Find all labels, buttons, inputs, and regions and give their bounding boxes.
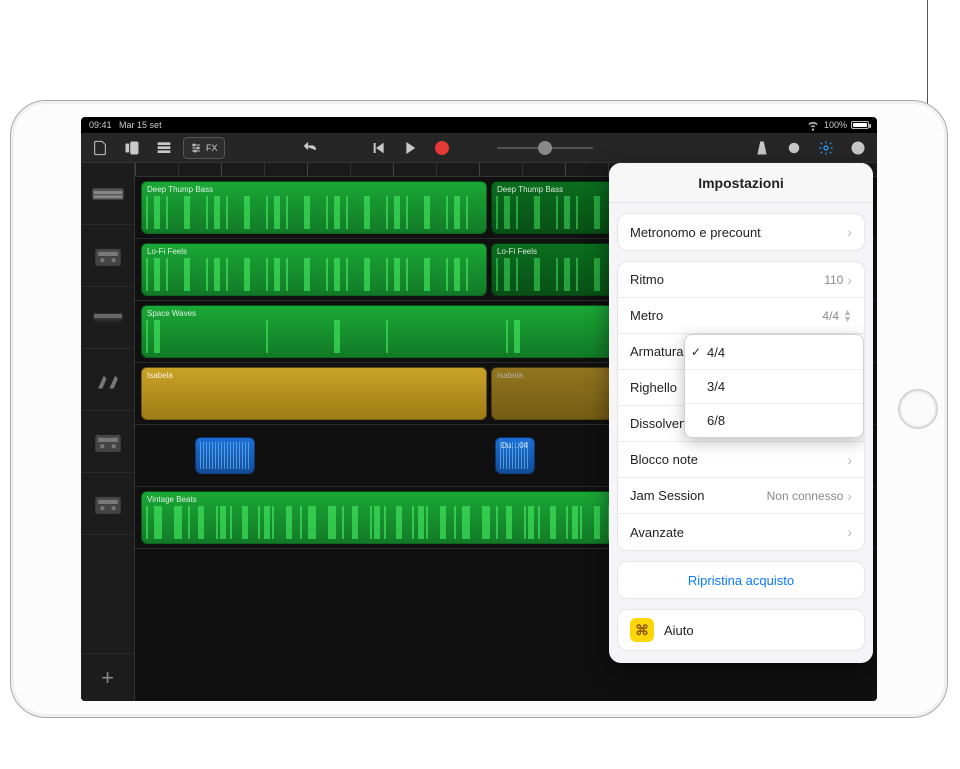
track-header-5[interactable] [81,411,134,473]
help-book-icon: ⌘ [630,618,654,642]
help-button[interactable] [845,137,871,159]
settings-row-advanced[interactable]: Avanzate › [618,514,864,550]
row-value: Non connesso› [767,488,852,504]
clip-label: Lo-Fi Feels [497,247,537,256]
track-header-3[interactable] [81,287,134,349]
row-label: Metro [630,308,663,323]
loop-button[interactable] [781,137,807,159]
chevron-right-icon: › [847,524,852,540]
play-button[interactable] [397,137,423,159]
restore-purchase-button[interactable]: Ripristina acquisto [618,562,864,598]
settings-group-restore: Ripristina acquisto [617,561,865,599]
metro-option-44[interactable]: 4/4 [685,335,863,369]
row-label: Blocco note [630,452,698,467]
fx-label: FX [206,143,218,153]
track-header-6[interactable] [81,473,134,535]
status-date: Mar 15 set [119,120,162,130]
clip-label: Isabela [497,371,523,380]
track-header-4[interactable] [81,349,134,411]
browser-button[interactable] [119,137,145,159]
add-track-button[interactable]: + [81,653,134,701]
track-header-1[interactable] [81,163,134,225]
settings-row-metronome[interactable]: Metronomo e precount › [618,214,864,250]
row-label: Righello [630,380,677,395]
track-clip[interactable]: Deep Thump Bass [141,181,487,234]
settings-button[interactable] [813,137,839,159]
clip-label: Space Waves [147,309,196,318]
metro-option-68[interactable]: 6/8 [685,403,863,437]
toolbar: FX [81,133,877,163]
battery-icon [851,121,869,129]
master-volume-slider[interactable] [497,141,593,155]
settings-row-metro[interactable]: Metro 4/4 ▲▼ [618,298,864,334]
row-label: Jam Session [630,488,704,503]
metro-option-34[interactable]: 3/4 [685,369,863,403]
chevron-right-icon: › [847,488,852,504]
clip-label: Deep Thump Bass [497,185,563,194]
chevron-right-icon: › [847,224,852,240]
go-to-start-button[interactable] [365,137,391,159]
status-time: 09:41 [89,120,112,130]
settings-row-key[interactable]: Armatura 4/4 3/4 6/8 [618,334,864,370]
track-header-2[interactable] [81,225,134,287]
settings-row-tempo[interactable]: Ritmo 110› [618,262,864,298]
settings-group-metronome: Metronomo e precount › [617,213,865,251]
updown-icon: ▲▼ [843,309,852,323]
ipad-device-frame: 09:41 Mar 15 set 100% FX [10,100,948,718]
metro-dropdown-menu: 4/4 3/4 6/8 [684,334,864,438]
settings-row-jamsession[interactable]: Jam Session Non connesso› [618,478,864,514]
my-songs-button[interactable] [87,137,113,159]
ipad-screen: 09:41 Mar 15 set 100% FX [81,117,877,701]
row-label: Aiuto [664,623,694,638]
home-button[interactable] [898,389,938,429]
row-value: 4/4 ▲▼ [822,309,852,323]
fx-controls-button[interactable]: FX [183,137,225,159]
chevron-right-icon: › [847,452,852,468]
clip-label: Isabela [147,371,173,380]
settings-row-notepad[interactable]: Blocco note › [618,442,864,478]
status-left: 09:41 Mar 15 set [89,120,162,130]
battery-percent: 100% [824,120,847,130]
settings-group-main: Ritmo 110› Metro 4/4 ▲▼ Armatura 4/4 3/4 [617,261,865,551]
record-button[interactable] [429,137,455,159]
status-right: 100% [806,118,869,132]
track-clip[interactable]: Du…04 [495,437,535,474]
help-button-row[interactable]: ⌘ Aiuto [617,609,865,651]
wifi-icon [806,118,820,132]
clip-label: Vintage Beats [147,495,197,504]
track-headers-column: + [81,163,135,701]
clip-label: Deep Thump Bass [147,185,213,194]
undo-button[interactable] [297,137,323,159]
row-label: Ripristina acquisto [630,573,852,588]
clip-label: Lo-Fi Feels [147,247,187,256]
row-label: Ritmo [630,272,664,287]
status-bar: 09:41 Mar 15 set 100% [81,117,877,133]
track-clip[interactable]: Lo-Fi Feels [141,243,487,296]
popover-title: Impostazioni [609,163,873,203]
row-label: Armatura [630,344,683,359]
chevron-right-icon: › [847,272,852,288]
row-label: Avanzate [630,525,684,540]
metronome-button[interactable] [749,137,775,159]
tracks-view-button[interactable] [151,137,177,159]
track-clip[interactable]: Isabela [141,367,487,420]
settings-popover: Impostazioni Metronomo e precount › Ritm… [609,163,873,663]
track-clip[interactable] [195,437,255,474]
row-label: Metronomo e precount [630,225,761,240]
row-value: 110› [824,272,852,288]
